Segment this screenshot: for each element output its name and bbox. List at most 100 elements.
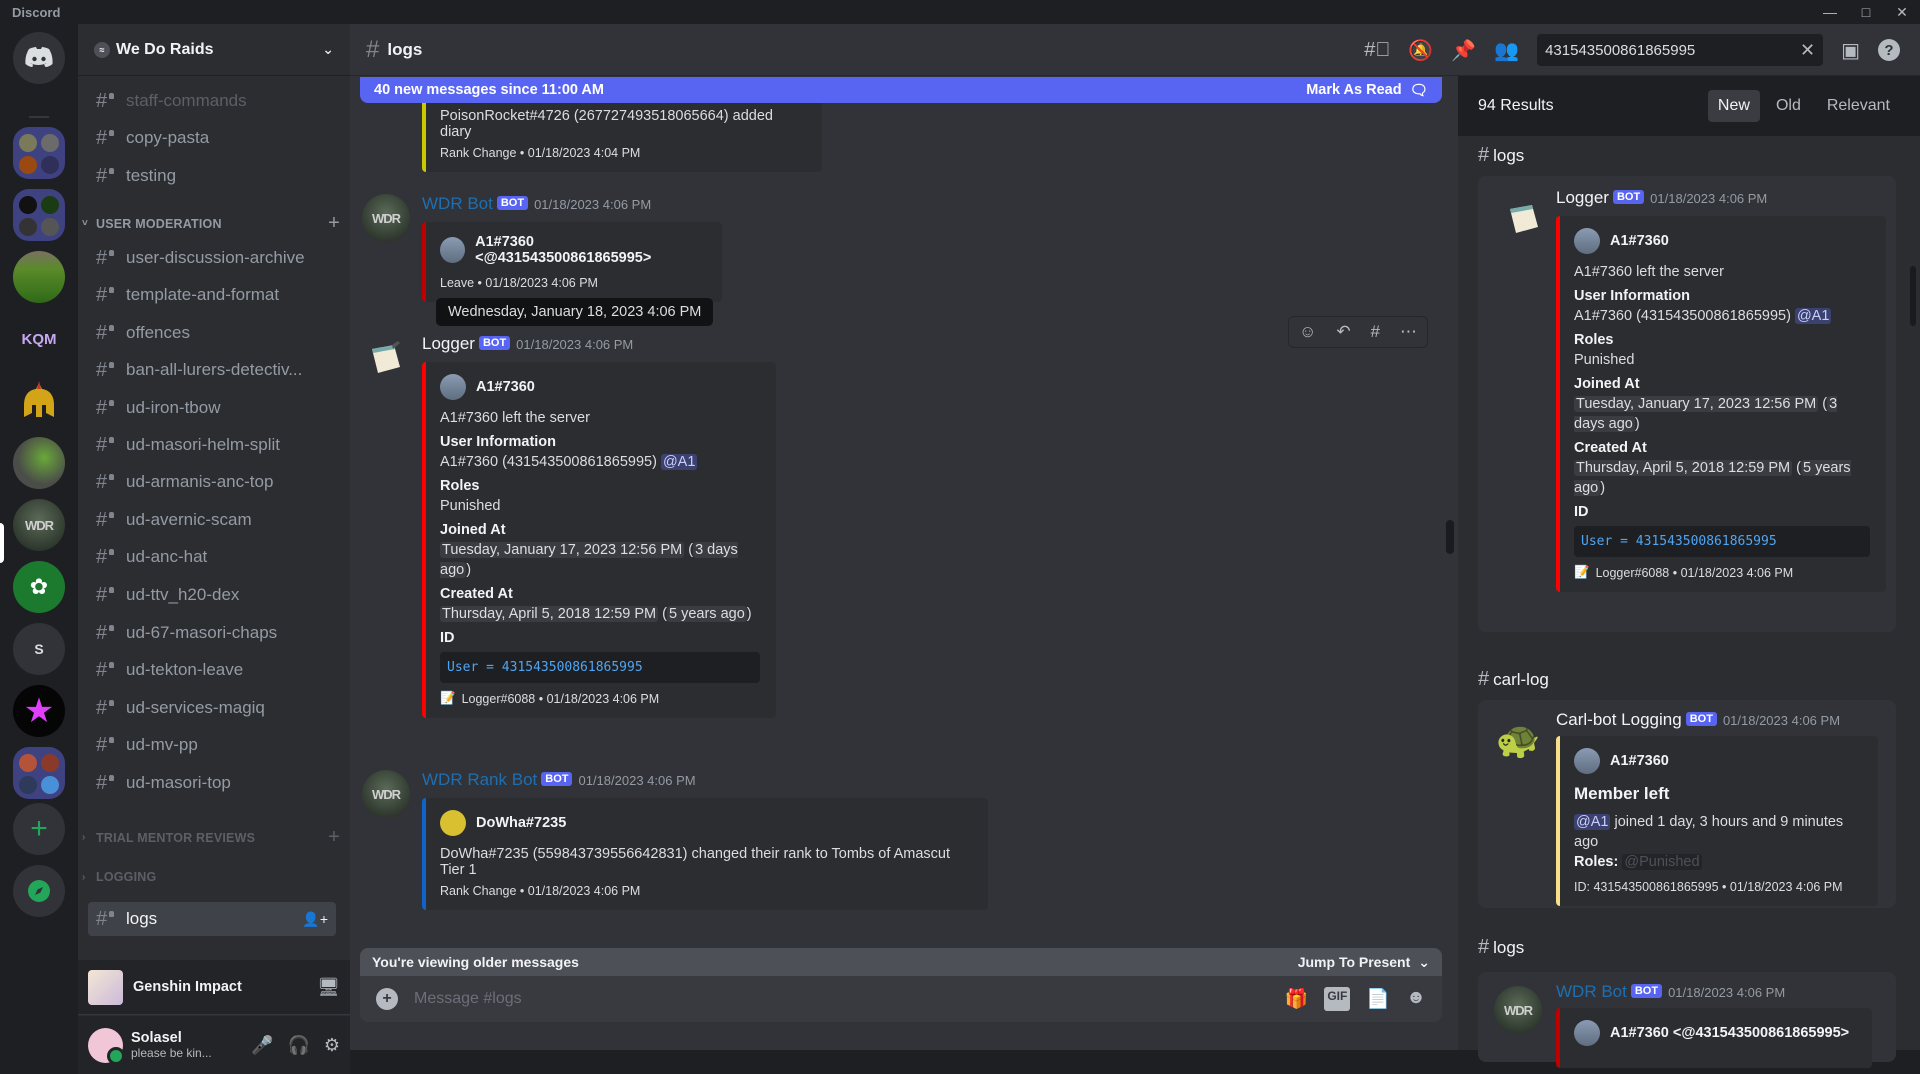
timestamp[interactable]: 01/18/2023 4:06 PM — [534, 197, 651, 212]
pin-icon[interactable]: 📌 — [1451, 38, 1476, 63]
channel-staff-commands[interactable]: # staff-commands — [88, 84, 336, 118]
author-avatar[interactable] — [362, 334, 410, 382]
channel-ban-all-lurers-detectiv[interactable]: # ban-all-lurers-detectiv... — [88, 353, 336, 387]
channel-ud-services-magiq[interactable]: # ud-services-magiq — [88, 691, 336, 725]
channel-template-and-format[interactable]: # template-and-format — [88, 278, 336, 312]
new-messages-bar[interactable]: 40 new messages since 11:00 AM Mark As R… — [360, 77, 1442, 103]
message-input[interactable]: Message #logs — [414, 990, 522, 1008]
search-input[interactable]: 431543500861865995 ✕ — [1537, 34, 1824, 66]
screen-share-icon[interactable]: 🖥 — [317, 977, 340, 998]
attach-plus-icon[interactable]: + — [376, 988, 398, 1010]
clear-search-icon[interactable]: ✕ — [1800, 40, 1815, 61]
author-avatar[interactable]: WDR — [362, 770, 410, 818]
author-name[interactable]: Logger — [422, 334, 475, 353]
channel-ud-ttv-h20-dex[interactable]: # ud-ttv_h20-dex — [88, 578, 336, 612]
server-icon-osrs[interactable] — [13, 437, 65, 489]
result-channel-heading[interactable]: # logs — [1478, 936, 1524, 959]
channel-offences[interactable]: # offences — [88, 316, 336, 350]
sticker-icon[interactable]: 📄 — [1366, 987, 1390, 1011]
embed: A1#7360 A1#7360 left the server User Inf… — [1556, 216, 1886, 592]
locked-channel-icon: # — [96, 471, 120, 494]
server-icon-wdr[interactable]: WDR — [13, 499, 65, 551]
category-user-moderation[interactable]: ˅ USER MODERATION + — [82, 212, 346, 235]
member-list-icon[interactable]: 👥 — [1494, 38, 1519, 63]
author-avatar[interactable]: WDR — [362, 194, 410, 242]
add-server-button[interactable]: + — [13, 803, 65, 855]
server-icon-spartan[interactable] — [13, 375, 65, 427]
channel-ud-anc-hat[interactable]: # ud-anc-hat — [88, 540, 336, 574]
server-icon-cornfield[interactable] — [13, 251, 65, 303]
gear-icon[interactable]: ⚙ — [324, 1035, 340, 1056]
timestamp[interactable]: 01/18/2023 4:06 PM — [516, 337, 633, 352]
chat-scrollbar[interactable] — [1446, 520, 1454, 554]
channel-copy-pasta[interactable]: # copy-pasta — [88, 121, 336, 155]
server-icon-rainbow-star[interactable]: ★ — [13, 685, 65, 737]
more-icon[interactable]: ⋯ — [1400, 322, 1417, 342]
channel-user-discussion-archive[interactable]: # user-discussion-archive — [88, 241, 336, 275]
embed-field: User Information A1#7360 (431543500861865… — [440, 434, 698, 470]
chevron-down-icon[interactable]: ⌄ — [1418, 954, 1430, 971]
channel-testing[interactable]: # testing — [88, 159, 336, 193]
result-channel-heading[interactable]: # logs — [1478, 144, 1524, 167]
chevron-down-icon[interactable]: ⌄ — [322, 41, 334, 58]
maximize-icon[interactable]: □ — [1848, 0, 1884, 24]
server-icon-s[interactable]: S — [13, 623, 65, 675]
create-channel-icon[interactable]: + — [328, 212, 340, 235]
timestamp[interactable]: 01/18/2023 4:06 PM — [578, 773, 695, 788]
tab-old[interactable]: Old — [1766, 90, 1811, 122]
add-reaction-icon[interactable]: ☺ — [1299, 322, 1316, 342]
tab-relevant[interactable]: Relevant — [1817, 90, 1900, 122]
tab-new[interactable]: New — [1707, 90, 1760, 122]
microphone-icon[interactable]: 🎤 — [251, 1035, 273, 1056]
help-icon[interactable]: ? — [1878, 39, 1900, 61]
results-scrollbar[interactable] — [1910, 266, 1916, 326]
channel-ud-tekton-leave[interactable]: # ud-tekton-leave — [88, 653, 336, 687]
search-result[interactable]: WDR WDR Bot BOT 01/18/2023 4:06 PM A1#7360… — [1478, 972, 1896, 1068]
headphones-icon[interactable]: 🎧 — [287, 1035, 309, 1056]
search-result[interactable]: 🐢 Carl-bot Logging BOT 01/18/2023 4:06 PM … — [1478, 700, 1896, 908]
channel-ud-masori-helm-split[interactable]: # ud-masori-helm-split — [88, 428, 336, 462]
reply-icon[interactable]: ↶ — [1336, 322, 1350, 342]
user-mention[interactable]: @A1 — [660, 454, 698, 470]
locked-channel-icon: # — [96, 434, 120, 457]
channel-ud-iron-tbow[interactable]: # ud-iron-tbow — [88, 391, 336, 425]
channel-ud-armanis-anc-top[interactable]: # ud-armanis-anc-top — [88, 465, 336, 499]
user-avatar[interactable] — [88, 1027, 125, 1065]
guild-separator — [29, 116, 49, 118]
server-folder[interactable] — [13, 747, 65, 799]
close-icon[interactable]: ✕ — [1884, 0, 1920, 24]
server-icon-brain[interactable]: ✿ — [13, 561, 65, 613]
jump-to-present-button[interactable]: Jump To Present — [1298, 954, 1411, 970]
notification-mute-icon[interactable]: 🔕 — [1408, 38, 1433, 63]
server-header[interactable]: ≈ We Do Raids ⌄ — [78, 24, 350, 76]
threads-icon[interactable]: #⃟ — [1364, 39, 1390, 62]
channel-ud-67-masori-chaps[interactable]: # ud-67-masori-chaps — [88, 616, 336, 650]
channel-logs[interactable]: # logs 👤+ — [88, 902, 336, 936]
create-channel-icon[interactable]: + — [328, 826, 340, 849]
channel-ud-masori-top[interactable]: # ud-masori-top — [88, 766, 336, 800]
category-logging[interactable]: › LOGGING — [82, 870, 346, 884]
emoji-icon[interactable]: ☻ — [1406, 987, 1426, 1011]
home-button[interactable] — [13, 32, 65, 84]
category-trial-mentor-reviews[interactable]: › TRIAL MENTOR REVIEWS + — [82, 826, 346, 849]
search-result[interactable]: Logger BOT 01/18/2023 4:06 PM A1#7360 A1#7… — [1478, 176, 1896, 632]
gift-icon[interactable]: 🎁 — [1285, 987, 1309, 1011]
inbox-icon[interactable]: ▣ — [1841, 38, 1860, 63]
result-channel-heading[interactable]: # carl-log — [1478, 668, 1549, 691]
server-folder[interactable] — [13, 127, 65, 179]
channel-ud-avernic-scam[interactable]: # ud-avernic-scam — [88, 503, 336, 537]
gif-icon[interactable]: GIF — [1324, 987, 1351, 1011]
server-folder[interactable] — [13, 189, 65, 241]
channel-label: copy-pasta — [126, 128, 210, 147]
explore-button[interactable] — [13, 865, 65, 917]
invite-icon[interactable]: 👤+ — [302, 911, 328, 928]
locked-channel-icon: # — [96, 734, 120, 757]
author-name[interactable]: WDR Bot — [422, 194, 493, 213]
channel-label: testing — [126, 166, 177, 185]
minimize-icon[interactable]: — — [1812, 0, 1848, 24]
server-icon-kqm[interactable]: KQM — [13, 313, 65, 365]
mark-as-read-button[interactable]: Mark As Read — [1306, 82, 1401, 98]
channel-ud-mv-pp[interactable]: # ud-mv-pp — [88, 728, 336, 762]
create-thread-icon[interactable]: # — [1371, 322, 1380, 342]
author-name[interactable]: WDR Rank Bot — [422, 770, 537, 789]
